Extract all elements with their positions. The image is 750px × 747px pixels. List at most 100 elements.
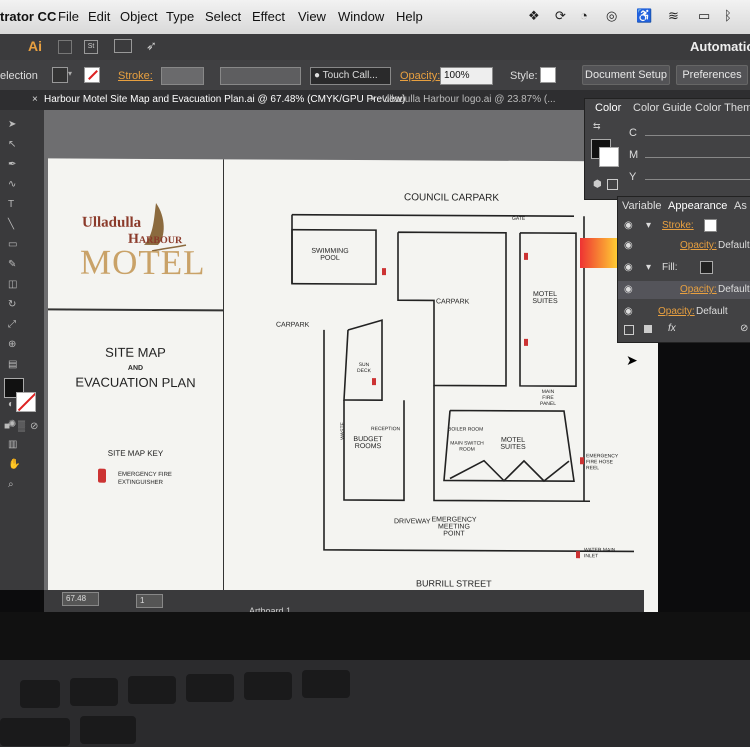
preferences-button[interactable]: Preferences [676, 65, 748, 85]
zoom-field[interactable]: 67.48 [62, 592, 99, 606]
hand-tool-icon[interactable]: ✋ [8, 460, 22, 470]
eye-icon[interactable]: ◉ [624, 262, 633, 273]
wifi-icon[interactable]: ≋ [668, 8, 679, 24]
small-square-icon[interactable] [607, 179, 618, 190]
tab-color-guide[interactable]: Color Guide [633, 102, 692, 114]
slider-m[interactable] [645, 157, 750, 158]
disclosure-icon[interactable]: ▾ [646, 262, 651, 273]
opacity-label[interactable]: Opacity: [658, 306, 695, 317]
tab-color[interactable]: Color [595, 102, 621, 114]
menu-effect[interactable]: Effect [252, 9, 285, 24]
variable-width-field[interactable] [220, 67, 301, 85]
tab-logo[interactable]: Ulladulla Harbour logo.ai @ 23.87% (... [382, 94, 556, 105]
fill-swatch[interactable] [700, 261, 713, 274]
sync-icon[interactable]: ⟳ [555, 8, 566, 24]
eye-icon[interactable]: ◉ [624, 240, 633, 251]
type-tool-icon[interactable]: T [8, 200, 22, 210]
fill-swatch[interactable] [52, 67, 68, 83]
new-fill-icon[interactable] [644, 325, 652, 333]
line-tool-icon[interactable]: ╲ [8, 220, 22, 230]
panel-stroke-box[interactable] [599, 147, 619, 167]
stroke-opacity-row[interactable]: ◉ Opacity: Default [618, 237, 750, 255]
tab-variables[interactable]: Variable [622, 200, 662, 212]
none-mode-icon[interactable]: ⊘ [30, 422, 44, 432]
stroke-row[interactable]: ◉ ▾ Stroke: [618, 217, 750, 235]
rectangle-tool-icon[interactable]: ▭ [8, 240, 22, 250]
tab-close-icon[interactable]: × [370, 94, 376, 105]
bridge-icon[interactable] [58, 40, 72, 54]
stroke-swatch[interactable] [704, 219, 717, 232]
chevron-down-icon[interactable]: ▾ [68, 69, 72, 78]
motel-logo: Ulladulla Harbour Motel [66, 198, 206, 299]
tab-asset-export[interactable]: As [734, 200, 747, 212]
opacity-label[interactable]: Opacity: [400, 70, 440, 82]
paintbrush-icon[interactable]: ✎ [8, 260, 22, 270]
fill-row[interactable]: ◉ ▾ Fill: [618, 259, 750, 277]
direct-selection-icon[interactable]: ↖ [8, 140, 22, 150]
eye-icon[interactable]: ◉ [624, 284, 633, 295]
scale-tool-icon[interactable]: ⤢ [8, 320, 22, 330]
menu-file[interactable]: File [58, 9, 79, 24]
gradient-tool-icon[interactable]: ▤ [8, 360, 22, 370]
stock-icon[interactable]: St [84, 40, 98, 54]
new-stroke-icon[interactable] [624, 325, 634, 335]
dropbox-icon[interactable]: ❖ [528, 8, 540, 24]
eye-icon[interactable]: ◉ [624, 306, 633, 317]
zoom-tool-icon[interactable]: ⌕ [8, 480, 22, 490]
menu-type[interactable]: Type [166, 9, 194, 24]
opacity-label[interactable]: Opacity: [680, 284, 717, 295]
disclosure-icon[interactable]: ▾ [646, 220, 651, 231]
tab-site-map[interactable]: Harbour Motel Site Map and Evacuation Pl… [44, 94, 405, 105]
menu-edit[interactable]: Edit [88, 9, 110, 24]
stroke-label[interactable]: Stroke: [662, 220, 694, 231]
slider-y[interactable] [645, 179, 750, 180]
gpu-performance-icon[interactable]: ➶ [146, 38, 157, 54]
tab-close-icon[interactable]: × [32, 94, 38, 105]
eraser-icon[interactable]: ◫ [8, 280, 22, 290]
menu-help[interactable]: Help [396, 9, 423, 24]
time-machine-icon[interactable]: ◔ [580, 8, 588, 23]
graph-tool-icon[interactable]: ▥ [8, 440, 22, 450]
accessibility-icon[interactable]: ♿ [636, 8, 652, 24]
opacity-label[interactable]: Opacity: [680, 240, 717, 251]
color-mode-icon[interactable]: ■ [4, 422, 18, 432]
arrange-documents-icon[interactable] [114, 39, 132, 53]
graphic-style-swatch[interactable] [540, 67, 556, 83]
object-opacity-row[interactable]: ◉ Opacity: Default [618, 303, 750, 321]
menu-window[interactable]: Window [338, 9, 384, 24]
menu-select[interactable]: Select [205, 9, 241, 24]
brush-definition-field[interactable]: ● Touch Call... [310, 67, 391, 85]
tab-appearance[interactable]: Appearance [668, 200, 727, 212]
rotate-tool-icon[interactable]: ↻ [8, 300, 22, 310]
fill-opacity-row[interactable]: ◉ Opacity: Default [618, 281, 750, 299]
document-setup-button[interactable]: Document Setup [582, 65, 670, 85]
menu-view[interactable]: View [298, 9, 326, 24]
eye-icon[interactable]: ◉ [624, 220, 633, 231]
swap-colors-icon[interactable]: ⇆ [593, 121, 601, 132]
stroke-label[interactable]: Stroke: [118, 70, 153, 82]
color-spectrum[interactable] [580, 238, 617, 268]
selection-tool-icon[interactable]: ➤ [8, 120, 22, 130]
stroke-weight-field[interactable] [161, 67, 204, 85]
stroke-swatch[interactable] [84, 67, 100, 83]
airplay-icon[interactable]: ▭ [698, 8, 710, 24]
fill-label[interactable]: Fill: [662, 262, 678, 273]
workspace-switcher[interactable]: Automatio [690, 39, 750, 54]
curvature-tool-icon[interactable]: ∿ [8, 180, 22, 190]
bluetooth-icon[interactable]: ᛒ [724, 8, 732, 23]
divider [48, 308, 223, 311]
slider-c[interactable] [645, 135, 750, 136]
cube-icon[interactable]: ⬢ [593, 179, 602, 190]
pen-tool-icon[interactable]: ✒ [8, 160, 22, 170]
menu-object[interactable]: Object [120, 9, 158, 24]
fx-icon[interactable]: fx [668, 323, 676, 334]
opacity-field[interactable]: 100% [440, 67, 493, 85]
stroke-color-box[interactable] [16, 392, 36, 412]
artboard[interactable]: Ulladulla Harbour Motel SITE MAP AND EVA… [48, 158, 658, 624]
clear-appearance-icon[interactable]: ⊘ [740, 323, 748, 334]
shape-builder-icon[interactable]: ⊕ [8, 340, 22, 350]
creative-cloud-icon[interactable]: ◎ [606, 8, 617, 24]
app-menu[interactable]: trator CC [0, 9, 56, 24]
artboard-number-field[interactable]: 1 [136, 594, 163, 608]
tab-color-themes[interactable]: Color Them [695, 102, 750, 114]
